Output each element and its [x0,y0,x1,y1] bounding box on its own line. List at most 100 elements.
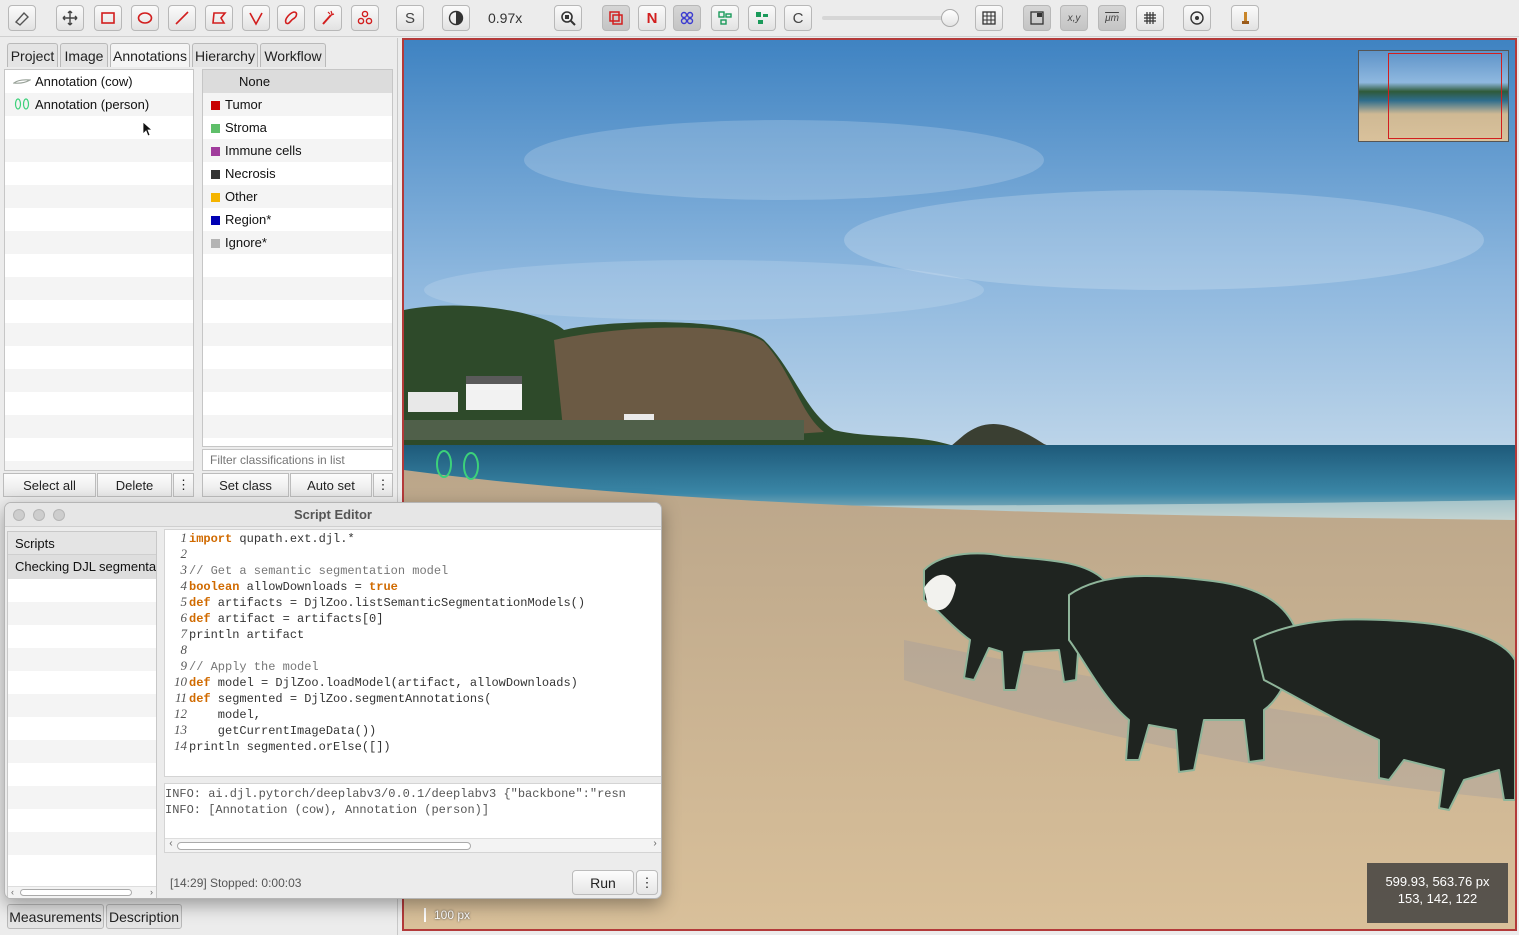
scroll-right-icon[interactable]: › [652,839,658,850]
code-line[interactable]: 7 println artifact [165,626,661,642]
zoom-level: 0.97x [488,10,523,26]
show-detections-icon[interactable] [711,5,739,31]
code-token: allowDownloads = [239,580,370,594]
brush-icon[interactable] [277,5,305,31]
code-editor[interactable]: 1 import qupath.ext.djl.* 2 3// Get a seman… [164,529,661,777]
scroll-left-icon[interactable]: ‹ [168,839,174,850]
show-names-icon[interactable]: N [638,5,666,31]
code-line[interactable]: 11 def segmented = DjlZoo.segmentAnnotati… [165,690,661,706]
code-line[interactable]: 13 getCurrentImageData()) [165,722,661,738]
brightness-contrast-icon[interactable] [442,5,470,31]
class-item-necrosis[interactable]: Necrosis [203,162,392,185]
code-line[interactable]: 4 boolean allowDownloads = true [165,578,661,594]
show-overview-icon[interactable] [1023,5,1051,31]
code-line[interactable]: 3// Get a semantic segmentation model [165,562,661,578]
annotation-item-person[interactable]: Annotation (person) [5,93,193,116]
move-icon[interactable] [56,5,84,31]
code-line[interactable]: 1 import qupath.ext.djl.* [165,530,661,546]
class-item-ignore[interactable]: Ignore* [203,231,392,254]
scroll-right-icon[interactable]: › [150,887,153,897]
line-number: 8 [180,642,188,657]
set-class-button[interactable]: Set class [202,473,289,497]
script-item[interactable]: Checking DJL segmenta [8,555,156,579]
tab-image[interactable]: Image [60,43,108,67]
class-label: None [239,74,271,89]
class-item-other[interactable]: Other [203,185,392,208]
class-color-swatch [211,101,220,110]
wand-icon[interactable] [314,5,342,31]
tab-annotations[interactable]: Annotations [110,43,190,67]
tab-description[interactable]: Description [106,904,182,929]
tab-measurements[interactable]: Measurements [7,904,104,929]
class-item-region[interactable]: Region* [203,208,392,231]
selection-mode-icon[interactable]: S [396,5,424,31]
code-line[interactable]: 5 def artifacts = DjlZoo.listSemanticSegm… [165,594,661,610]
class-item-stroma[interactable]: Stroma [203,116,392,139]
show-tma-grid-icon[interactable] [673,5,701,31]
class-more-button[interactable]: ⋮ [373,473,393,497]
tab-project[interactable]: Project [7,43,58,67]
delete-button[interactable]: Delete [97,473,172,497]
code-token: model, [189,708,262,722]
scrollbar-thumb[interactable] [20,889,132,896]
filter-classifications-input[interactable] [202,449,393,471]
line-icon[interactable] [168,5,196,31]
scalebar-label: 100 px [424,908,471,922]
code-line[interactable]: 6 def artifact = artifacts[0] [165,610,661,626]
code-line[interactable]: 10 def model = DjlZoo.loadModel(artifact,… [165,674,661,690]
console-horizontal-scrollbar[interactable]: ‹ › [165,838,661,852]
show-pixel-grid-icon[interactable] [975,5,1003,31]
polyline-icon[interactable] [242,5,270,31]
hide-icon[interactable] [8,5,36,31]
ellipse-icon[interactable] [131,5,159,31]
auto-set-button[interactable]: Auto set [290,473,372,497]
opacity-slider-knob[interactable] [941,9,959,27]
tab-workflow[interactable]: Workflow [260,43,326,67]
selection-mode-label: S [404,9,415,27]
rectangle-icon[interactable] [94,5,122,31]
show-grid-icon[interactable] [1136,5,1164,31]
show-cursor-location-icon[interactable]: x,y [1060,5,1088,31]
code-line[interactable]: 14 println segmented.orElse([]) [165,738,661,754]
show-annotations-icon[interactable] [602,5,630,31]
annotation-more-button[interactable]: ⋮ [173,473,194,497]
script-editor-titlebar[interactable]: Script Editor [5,503,661,527]
polygon-icon[interactable] [205,5,233,31]
overview-thumbnail[interactable] [1358,50,1509,142]
class-color-swatch [211,124,220,133]
run-options-button[interactable]: ⋮ [636,870,658,895]
opacity-slider[interactable] [822,16,952,20]
code-line[interactable]: 2 [165,546,661,562]
scroll-left-icon[interactable]: ‹ [11,887,14,897]
main-toolbar: S 0.97x N C x,y μm [0,0,1519,37]
line-number: 11 [174,690,187,705]
class-item-tumor[interactable]: Tumor [203,93,392,116]
line-number: 4 [180,578,188,593]
annotation-item-cow[interactable]: Annotation (cow) [5,70,193,93]
code-line[interactable]: 9// Apply the model [165,658,661,674]
code-token: getCurrentImageData()) [189,724,377,738]
scripts-horizontal-scrollbar[interactable]: ‹ › [8,886,156,898]
class-item-immune-cells[interactable]: Immune cells [203,139,392,162]
zoom-to-fit-icon[interactable] [554,5,582,31]
run-button[interactable]: Run [572,870,634,895]
scrollbar-thumb[interactable] [177,842,471,850]
tab-hierarchy[interactable]: Hierarchy [192,43,258,67]
show-classifications-icon[interactable]: C [784,5,812,31]
show-scalebar-icon[interactable]: μm [1098,5,1126,31]
class-label: Region* [225,212,272,227]
fill-detections-icon[interactable] [748,5,776,31]
code-line[interactable]: 12 model, [165,706,661,722]
points-icon[interactable] [351,5,379,31]
select-all-button[interactable]: Select all [3,473,96,497]
code-token: import [189,532,233,546]
class-color-swatch [211,170,220,179]
class-item-none[interactable]: None [203,70,392,93]
overview-viewport-rect[interactable] [1388,53,1502,139]
code-token: println segmented.orElse([]) [189,740,391,754]
log-viewer-icon[interactable] [1231,5,1259,31]
preferences-icon[interactable] [1183,5,1211,31]
code-line[interactable]: 8 [165,642,661,658]
code-token: qupath.ext.djl.* [232,532,355,546]
line-number: 13 [174,722,187,737]
